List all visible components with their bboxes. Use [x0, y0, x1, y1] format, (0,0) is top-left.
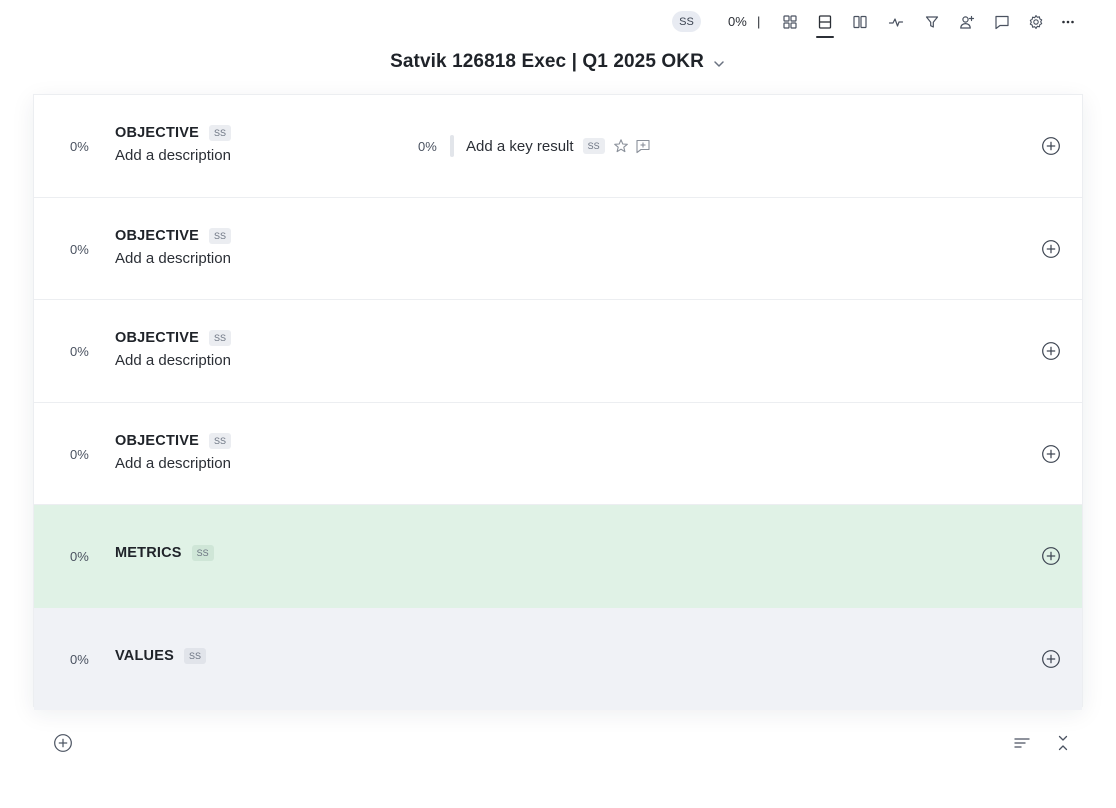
active-view-indicator [816, 36, 834, 38]
objective-label[interactable]: OBJECTIVE [115, 228, 199, 244]
objective-label[interactable]: OBJECTIVE [115, 433, 199, 449]
top-toolbar: SS 0% | [0, 9, 1116, 38]
add-objective-icon[interactable] [53, 733, 73, 753]
list-view-icon[interactable] [815, 12, 835, 32]
metrics-progress: 0% [70, 549, 89, 564]
add-comment-icon[interactable] [635, 138, 651, 154]
toolbar-separator: | [757, 14, 761, 29]
owner-tag[interactable]: SS [209, 125, 232, 141]
owner-tag[interactable]: SS [209, 432, 232, 449]
key-result[interactable]: 0% Add a key result SS [418, 135, 657, 157]
objective-description[interactable]: Add a description [115, 147, 231, 164]
objective-description[interactable]: Add a description [115, 250, 231, 267]
objective-progress: 0% [70, 344, 89, 359]
metrics-row[interactable]: 0% METRICS SS [34, 505, 1082, 608]
objective-progress: 0% [70, 446, 89, 462]
add-metric-icon[interactable] [1041, 546, 1061, 566]
objective-label[interactable]: OBJECTIVE [115, 330, 199, 346]
key-result-input[interactable]: Add a key result [466, 138, 574, 155]
chevron-down-icon[interactable] [712, 54, 726, 71]
objective-progress: 0% [70, 241, 89, 257]
values-progress: 0% [70, 651, 89, 667]
collapse-icon[interactable] [1054, 734, 1072, 752]
add-key-result-icon[interactable] [1041, 341, 1061, 361]
comment-icon[interactable] [992, 12, 1012, 32]
objective-row[interactable]: 0% OBJECTIVE SS Add a description [34, 403, 1082, 505]
owner-tag[interactable]: SS [209, 330, 232, 346]
owner-tag[interactable]: SS [191, 545, 214, 561]
activity-icon[interactable] [886, 12, 906, 32]
values-row[interactable]: 0% VALUES SS [34, 607, 1082, 710]
columns-view-icon[interactable] [850, 12, 870, 32]
settings-icon[interactable] [1026, 12, 1046, 32]
add-user-icon[interactable] [957, 12, 977, 32]
owner-tag[interactable]: SS [183, 647, 206, 664]
objective-progress: 0% [70, 139, 89, 154]
key-result-progress: 0% [418, 138, 437, 154]
objective-label[interactable]: OBJECTIVE [115, 125, 199, 141]
objective-row[interactable]: 0% OBJECTIVE SS Add a description [34, 198, 1082, 300]
sort-icon[interactable] [1013, 734, 1031, 752]
star-icon[interactable] [613, 138, 629, 154]
metrics-label[interactable]: METRICS [115, 545, 182, 561]
add-value-icon[interactable] [1041, 649, 1061, 669]
objective-row[interactable]: 0% OBJECTIVE SS Add a description [34, 300, 1082, 403]
objective-row[interactable]: 0% OBJECTIVE SS Add a description 0% Add… [34, 95, 1082, 198]
key-result-bar [450, 135, 454, 157]
owner-tag[interactable]: SS [209, 227, 232, 244]
key-result-owner-tag[interactable]: SS [582, 138, 605, 154]
more-icon[interactable] [1058, 12, 1078, 32]
objective-description[interactable]: Add a description [115, 352, 231, 369]
values-label[interactable]: VALUES [115, 648, 174, 664]
board-title[interactable]: Satvik 126818 Exec | Q1 2025 OKR [390, 51, 704, 73]
board-title-bar: Satvik 126818 Exec | Q1 2025 OKR [0, 51, 1116, 73]
grid-view-icon[interactable] [780, 12, 800, 32]
add-key-result-icon[interactable] [1041, 239, 1061, 259]
add-key-result-icon[interactable] [1041, 136, 1061, 156]
okr-board: 0% OBJECTIVE SS Add a description 0% Add… [33, 94, 1083, 710]
objective-description[interactable]: Add a description [115, 455, 231, 472]
add-key-result-icon[interactable] [1041, 444, 1061, 464]
filter-icon[interactable] [922, 12, 942, 32]
overall-progress: 0% [728, 14, 747, 29]
avatar[interactable]: SS [672, 11, 701, 32]
